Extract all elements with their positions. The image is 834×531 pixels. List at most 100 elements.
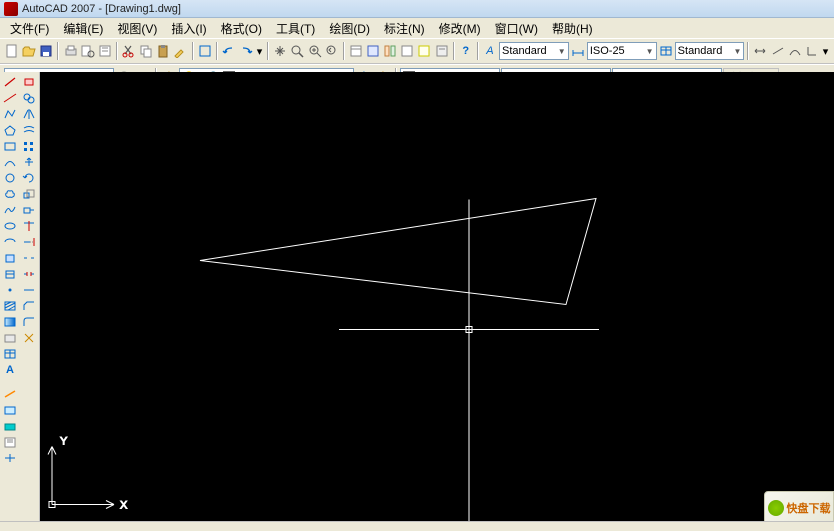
match-properties-icon[interactable] bbox=[172, 42, 188, 60]
scale-tool-icon[interactable] bbox=[20, 186, 38, 202]
separator bbox=[747, 42, 749, 60]
trim-tool-icon[interactable] bbox=[20, 218, 38, 234]
menu-modify[interactable]: 修改(M) bbox=[433, 18, 487, 39]
table-style-icon[interactable] bbox=[658, 42, 674, 60]
table-style-combo[interactable]: Standard▼ bbox=[675, 42, 745, 60]
paste-icon[interactable] bbox=[155, 42, 171, 60]
offset-tool-icon[interactable] bbox=[20, 122, 38, 138]
menu-view[interactable]: 视图(V) bbox=[111, 18, 163, 39]
list-tool-icon[interactable] bbox=[1, 434, 19, 450]
drawing-canvas[interactable]: Y X bbox=[40, 72, 834, 521]
menu-dimension[interactable]: 标注(N) bbox=[378, 18, 431, 39]
watermark-logo-icon bbox=[768, 500, 784, 516]
copy-icon[interactable] bbox=[138, 42, 154, 60]
menu-draw[interactable]: 绘图(D) bbox=[323, 18, 376, 39]
save-icon[interactable] bbox=[38, 42, 54, 60]
pan-icon[interactable] bbox=[272, 42, 288, 60]
stretch-tool-icon[interactable] bbox=[20, 202, 38, 218]
polyline-tool-icon[interactable] bbox=[1, 106, 19, 122]
zoom-window-icon[interactable] bbox=[306, 42, 322, 60]
zoom-previous-icon[interactable] bbox=[324, 42, 340, 60]
explode-tool-icon[interactable] bbox=[20, 330, 38, 346]
point-tool-icon[interactable] bbox=[1, 282, 19, 298]
ucs-y-label: Y bbox=[60, 436, 68, 448]
text-style-combo[interactable]: Standard▼ bbox=[499, 42, 569, 60]
menu-window[interactable]: 窗口(W) bbox=[489, 18, 544, 39]
plot-preview-icon[interactable] bbox=[80, 42, 96, 60]
mirror-tool-icon[interactable] bbox=[20, 106, 38, 122]
ellipse-arc-tool-icon[interactable] bbox=[1, 234, 19, 250]
plot-icon[interactable] bbox=[62, 42, 78, 60]
menu-format[interactable]: 格式(O) bbox=[215, 18, 268, 39]
table-tool-icon[interactable] bbox=[1, 346, 19, 362]
dim-linear-icon[interactable] bbox=[752, 42, 768, 60]
extend-tool-icon[interactable] bbox=[20, 234, 38, 250]
zoom-realtime-icon[interactable] bbox=[289, 42, 305, 60]
quickcalc-icon[interactable] bbox=[434, 42, 450, 60]
break-at-point-icon[interactable] bbox=[20, 250, 38, 266]
dim-ordinate-icon[interactable] bbox=[804, 42, 820, 60]
design-center-icon[interactable] bbox=[365, 42, 381, 60]
rotate-tool-icon[interactable] bbox=[20, 170, 38, 186]
copy-tool-icon[interactable] bbox=[20, 90, 38, 106]
move-tool-icon[interactable] bbox=[20, 154, 38, 170]
gradient-tool-icon[interactable] bbox=[1, 314, 19, 330]
properties-icon[interactable] bbox=[348, 42, 364, 60]
menu-help[interactable]: 帮助(H) bbox=[546, 18, 599, 39]
separator bbox=[343, 42, 345, 60]
fillet-tool-icon[interactable] bbox=[20, 314, 38, 330]
dim-aligned-icon[interactable] bbox=[770, 42, 786, 60]
insert-block-icon[interactable] bbox=[1, 250, 19, 266]
menu-file[interactable]: 文件(F) bbox=[4, 18, 55, 39]
menu-insert[interactable]: 插入(I) bbox=[165, 18, 212, 39]
chevron-down-icon: ▼ bbox=[729, 47, 741, 56]
revcloud-tool-icon[interactable] bbox=[1, 186, 19, 202]
make-block-icon[interactable] bbox=[1, 266, 19, 282]
dim-arc-icon[interactable] bbox=[787, 42, 803, 60]
distance-tool-icon[interactable] bbox=[1, 386, 19, 402]
xline-tool-icon[interactable] bbox=[1, 90, 19, 106]
open-icon[interactable] bbox=[21, 42, 37, 60]
region-mass-icon[interactable] bbox=[1, 418, 19, 434]
text-style-value: Standard bbox=[502, 45, 547, 57]
sheet-set-icon[interactable] bbox=[399, 42, 415, 60]
markup-icon[interactable] bbox=[416, 42, 432, 60]
circle-tool-icon[interactable] bbox=[1, 170, 19, 186]
line-tool-icon[interactable] bbox=[1, 74, 19, 90]
watermark: 快盘下载 bbox=[764, 491, 834, 525]
erase-tool-icon[interactable] bbox=[20, 74, 38, 90]
text-style-icon[interactable]: A bbox=[482, 42, 498, 60]
region-tool-icon[interactable] bbox=[1, 330, 19, 346]
polygon-tool-icon[interactable] bbox=[1, 122, 19, 138]
separator bbox=[57, 42, 59, 60]
title-bar: AutoCAD 2007 - [Drawing1.dwg] bbox=[0, 0, 834, 18]
dim-style-combo[interactable]: ISO-25▼ bbox=[587, 42, 657, 60]
area-tool-icon[interactable] bbox=[1, 402, 19, 418]
undo-icon[interactable] bbox=[221, 42, 237, 60]
join-tool-icon[interactable] bbox=[20, 282, 38, 298]
redo-icon[interactable] bbox=[238, 42, 254, 60]
publish-icon[interactable] bbox=[97, 42, 113, 60]
id-point-icon[interactable] bbox=[1, 450, 19, 466]
new-icon[interactable] bbox=[4, 42, 20, 60]
array-tool-icon[interactable] bbox=[20, 138, 38, 154]
break-tool-icon[interactable] bbox=[20, 266, 38, 282]
dropdown-arrow-icon[interactable]: ▾ bbox=[255, 42, 264, 60]
separator bbox=[192, 42, 194, 60]
hatch-tool-icon[interactable] bbox=[1, 298, 19, 314]
tool-palettes-icon[interactable] bbox=[382, 42, 398, 60]
rectangle-tool-icon[interactable] bbox=[1, 138, 19, 154]
arc-tool-icon[interactable] bbox=[1, 154, 19, 170]
menu-edit[interactable]: 编辑(E) bbox=[57, 18, 109, 39]
mtext-tool-icon[interactable]: A bbox=[1, 362, 19, 378]
status-bar bbox=[0, 521, 834, 531]
spline-tool-icon[interactable] bbox=[1, 202, 19, 218]
help-icon[interactable]: ? bbox=[458, 42, 474, 60]
cut-icon[interactable] bbox=[121, 42, 137, 60]
menu-tools[interactable]: 工具(T) bbox=[270, 18, 321, 39]
chamfer-tool-icon[interactable] bbox=[20, 298, 38, 314]
dim-style-icon[interactable] bbox=[570, 42, 586, 60]
dim-more-icon[interactable]: ▾ bbox=[821, 42, 830, 60]
ellipse-tool-icon[interactable] bbox=[1, 218, 19, 234]
block-editor-icon[interactable] bbox=[197, 42, 213, 60]
